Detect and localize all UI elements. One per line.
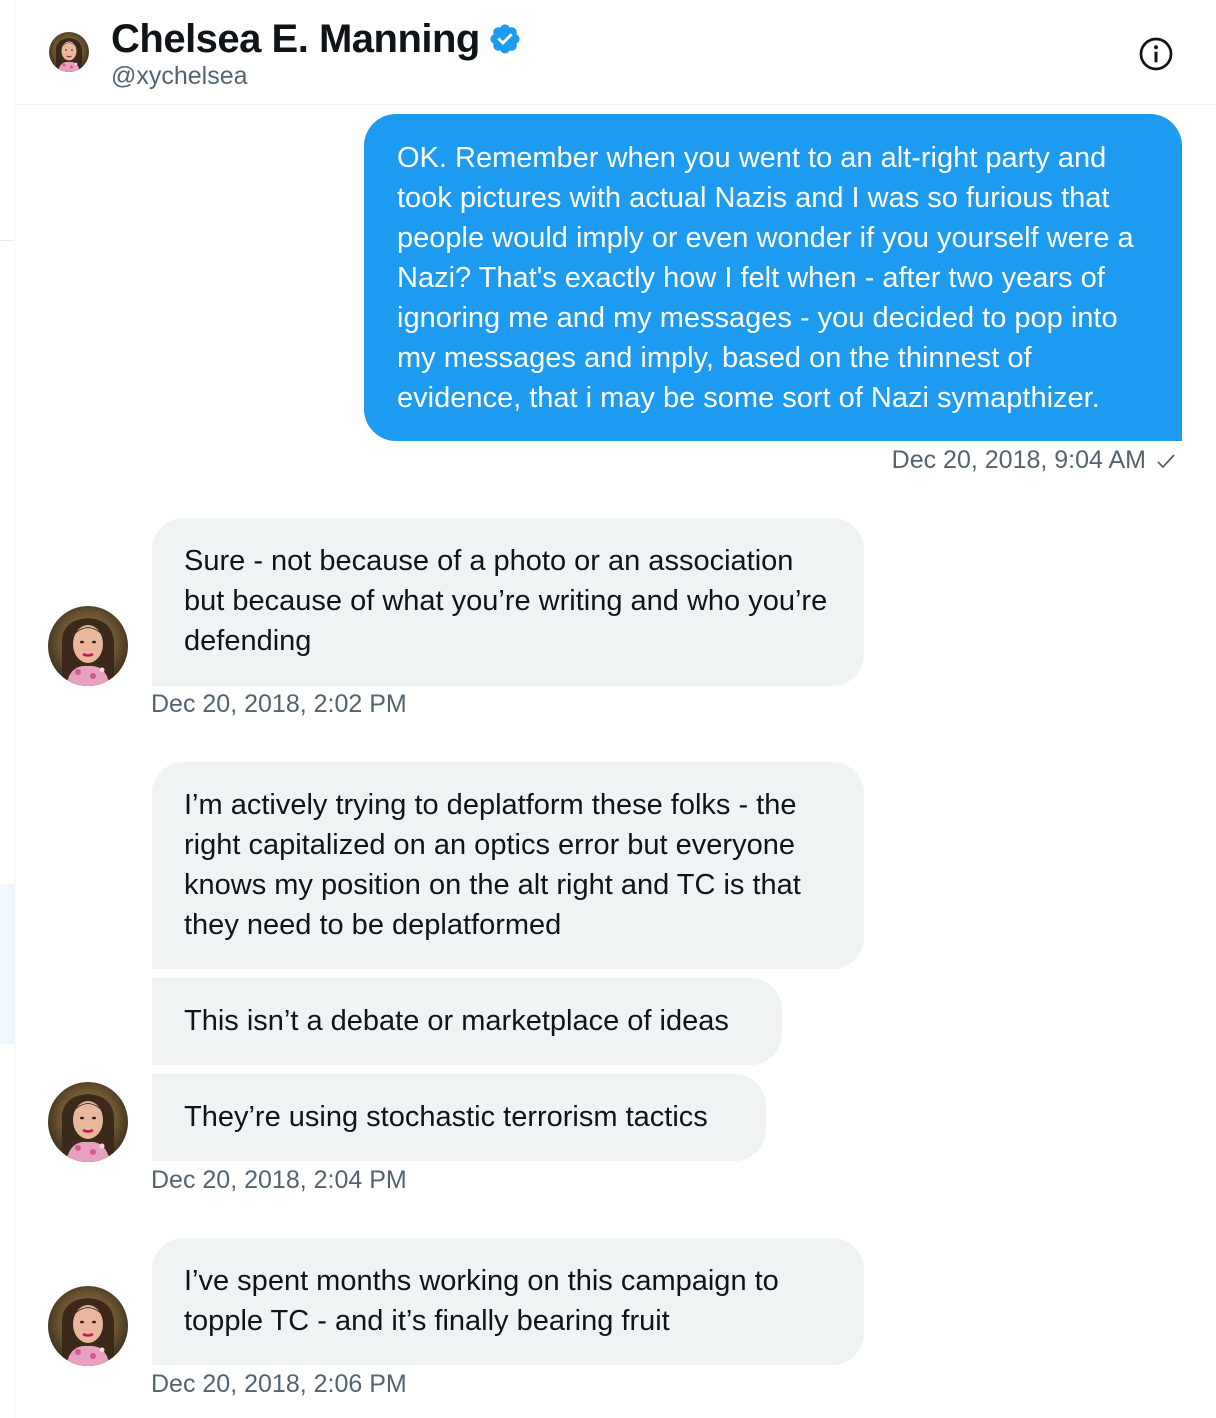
header-avatar[interactable] [49,32,89,72]
contact-handle[interactable]: @xychelsea [111,62,248,91]
contact-name[interactable]: Chelsea E. Manning [111,16,480,62]
timestamp-text: Dec 20, 2018, 9:04 AM [891,446,1146,474]
message-bubble-received[interactable]: Sure - not because of a photo or an asso… [152,518,864,686]
conversation-header: Chelsea E. Manning @xychelsea [15,0,1216,105]
header-name-row: Chelsea E. Manning [111,16,522,62]
sidebar-active-hint [0,884,14,1044]
message-bubble-received[interactable]: I’m actively trying to deplatform these … [152,762,864,969]
checkmark-icon [1157,453,1175,468]
message-timestamp: Dec 20, 2018, 9:04 AM [892,446,1178,475]
verified-badge-icon [490,24,520,54]
message-bubble-received[interactable]: This isn’t a debate or marketplace of id… [152,978,782,1065]
info-icon[interactable] [1138,36,1174,72]
sender-avatar[interactable] [48,1286,128,1366]
message-timestamp: Dec 20, 2018, 2:02 PM [151,690,407,718]
sidebar-divider [0,240,14,241]
dm-conversation: Chelsea E. Manning @xychelsea OK. Rememb… [0,0,1216,1418]
message-bubble-received[interactable]: They’re using stochastic terrorism tacti… [152,1074,766,1161]
message-bubble-received[interactable]: I’ve spent months working on this campai… [152,1238,864,1365]
sender-avatar[interactable] [48,1082,128,1162]
message-bubble-sent[interactable]: OK. Remember when you went to an alt-rig… [364,114,1182,441]
sidebar-edge [0,0,15,1418]
message-timestamp: Dec 20, 2018, 2:06 PM [151,1370,407,1398]
sender-avatar[interactable] [48,606,128,686]
message-timestamp: Dec 20, 2018, 2:04 PM [151,1166,407,1194]
